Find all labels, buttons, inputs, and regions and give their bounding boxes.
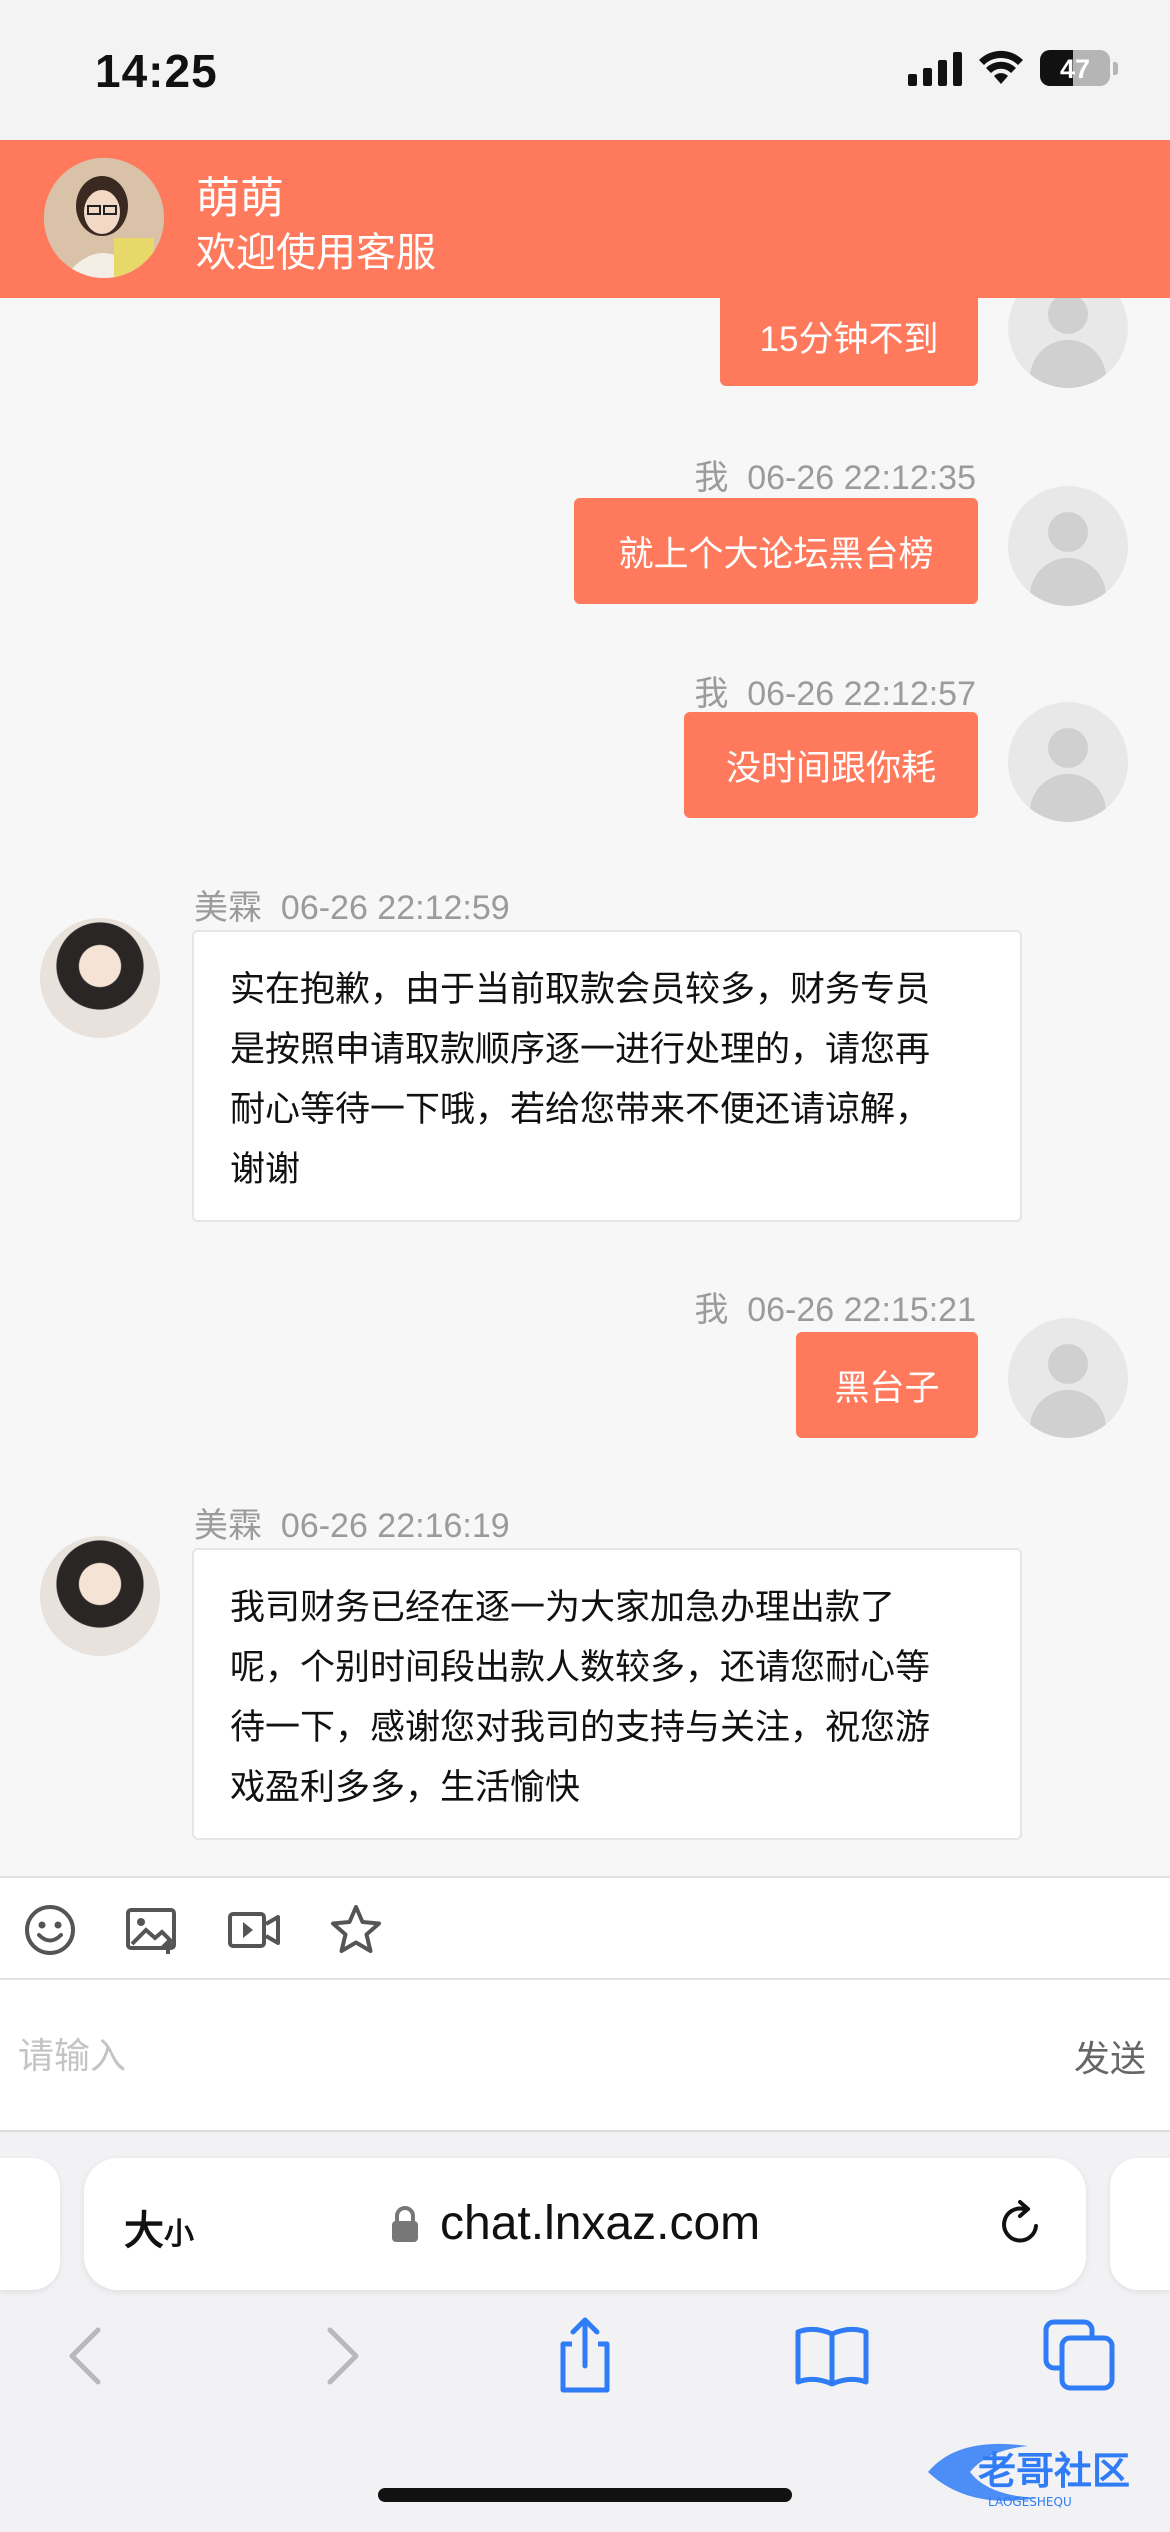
outgoing-message-bubble[interactable]: 就上个大论坛黑台榜: [574, 498, 978, 604]
incoming-message-bubble[interactable]: 实在抱歉，由于当前取款会员较多，财务专员 是按照申请取款顺序逐一进行处理的，请您…: [192, 930, 1022, 1222]
next-tab-preview[interactable]: [1110, 2158, 1170, 2290]
message-meta: 美霖 06-26 22:16:19: [194, 1498, 510, 1547]
emoji-icon[interactable]: [22, 1902, 78, 1958]
user-avatar: [1008, 298, 1128, 388]
home-indicator: [378, 2488, 792, 2502]
input-area: 发送: [0, 1980, 1170, 2130]
forward-icon[interactable]: [300, 2316, 380, 2396]
sender-name: 我: [694, 675, 729, 713]
user-avatar: [1008, 1318, 1128, 1438]
sender-name: 美霖: [194, 1507, 262, 1545]
message-line: 耐心等待一下哦，若给您带来不便还请谅解，: [230, 1090, 931, 1129]
message-line: 待一下，感谢您对我司的支持与关注，祝您游: [230, 1708, 931, 1747]
image-icon[interactable]: [124, 1902, 180, 1958]
message-text: 没时间跟你耗: [725, 748, 936, 788]
message-text: 15分钟不到: [759, 319, 939, 359]
tabs-icon[interactable]: [1040, 2316, 1120, 2396]
battery-level: 47: [1059, 54, 1091, 84]
share-icon[interactable]: [545, 2316, 625, 2396]
user-avatar: [1008, 702, 1128, 822]
message-text: 就上个大论坛黑台榜: [618, 534, 934, 574]
lock-icon: [392, 2206, 418, 2242]
message-time: 06-26 22:12:59: [280, 889, 510, 927]
outgoing-message-bubble[interactable]: 黑台子: [796, 1332, 978, 1438]
message-meta: 我 06-26 22:15:21: [694, 1282, 976, 1331]
wifi-icon: [979, 50, 1023, 84]
video-icon[interactable]: [226, 1902, 282, 1958]
send-button[interactable]: 发送: [1074, 2030, 1146, 2082]
cellular-signal-icon: [908, 50, 962, 86]
message-list[interactable]: 15分钟不到 我 06-26 22:12:35 就上个大论坛黑台榜 我 06-2…: [0, 298, 1170, 1876]
user-avatar: [1008, 486, 1128, 606]
svg-text:LAOGESHEQU: LAOGESHEQU: [988, 2495, 1072, 2509]
back-icon[interactable]: [48, 2316, 128, 2396]
message-meta: 美霖 06-26 22:12:59: [194, 880, 510, 929]
staff-avatar: [40, 1536, 160, 1656]
agent-name: 萌萌: [196, 174, 284, 223]
address-bar[interactable]: 大小 chat.lnxaz.com: [84, 2158, 1086, 2290]
status-time: 14:25: [95, 45, 218, 97]
sender-name: 美霖: [194, 889, 262, 927]
previous-tab-preview[interactable]: [0, 2158, 60, 2290]
staff-avatar: [40, 918, 160, 1038]
header-subtitle: 欢迎使用客服: [196, 231, 436, 275]
message-line: 是按照申请取款顺序逐一进行处理的，请您再: [230, 1030, 931, 1069]
message-time: 06-26 22:15:21: [747, 1291, 976, 1329]
text-size-button[interactable]: 大小: [124, 2198, 194, 2256]
star-icon[interactable]: [328, 1902, 384, 1958]
svg-text:老哥社区: 老哥社区: [978, 2449, 1130, 2493]
chat-toolbar: [0, 1876, 1170, 1980]
status-icons: 47: [908, 50, 1118, 86]
incoming-message-bubble[interactable]: 我司财务已经在逐一为大家加急办理出款了 呢，个别时间段出款人数较多，还请您耐心等…: [192, 1548, 1022, 1840]
reload-icon[interactable]: [994, 2198, 1046, 2250]
url-text: chat.lnxaz.com: [440, 2197, 761, 2250]
message-meta: 我 06-26 22:12:35: [694, 450, 976, 499]
message-line: 呢，个别时间段出款人数较多，还请您耐心等: [230, 1648, 931, 1687]
message-text: 黑台子: [834, 1368, 940, 1408]
sender-name: 我: [694, 459, 729, 497]
message-line: 实在抱歉，由于当前取款会员较多，财务专员: [230, 970, 931, 1009]
bookmarks-icon[interactable]: [792, 2316, 872, 2396]
status-bar: 14:25 47: [0, 0, 1170, 140]
message-line: 谢谢: [230, 1150, 301, 1189]
message-input[interactable]: [18, 2016, 998, 2096]
chat-header: 萌萌 欢迎使用客服: [0, 140, 1170, 298]
message-line: 戏盈利多多，生活愉快: [230, 1768, 581, 1807]
outgoing-message-bubble[interactable]: 没时间跟你耗: [684, 712, 978, 818]
message-line: 我司财务已经在逐一为大家加急办理出款了: [230, 1588, 896, 1627]
battery-icon: 47: [1040, 50, 1110, 86]
watermark-logo: 老哥社区 LAOGESHEQU: [928, 2443, 1130, 2509]
outgoing-message-bubble[interactable]: 15分钟不到: [720, 298, 978, 386]
message-time: 06-26 22:12:35: [747, 459, 976, 497]
battery-tip: [1113, 61, 1118, 75]
text-size-big: 大: [124, 2209, 164, 2253]
message-meta: 我 06-26 22:12:57: [694, 666, 976, 715]
text-size-small: 小: [164, 2218, 194, 2251]
message-time: 06-26 22:16:19: [280, 1507, 510, 1545]
message-time: 06-26 22:12:57: [747, 675, 976, 713]
sender-name: 我: [694, 1291, 729, 1329]
agent-avatar[interactable]: [44, 158, 164, 278]
